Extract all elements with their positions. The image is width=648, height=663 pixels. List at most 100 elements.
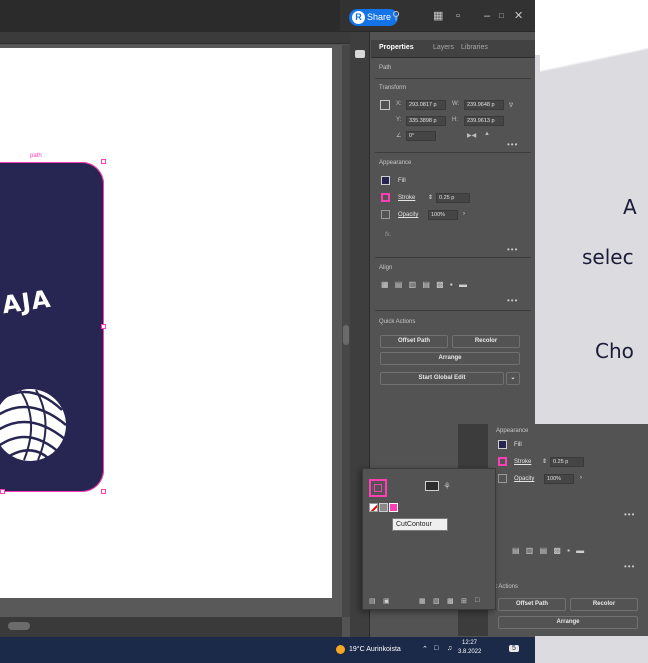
stepper-icon[interactable]: ⇕ bbox=[428, 194, 433, 201]
swatch-view-icon[interactable] bbox=[425, 481, 439, 491]
more-options-icon[interactable]: ••• bbox=[507, 245, 518, 254]
horizontal-scrollbar[interactable] bbox=[0, 617, 342, 637]
tab-properties[interactable]: Properties bbox=[379, 44, 414, 51]
inset-stroke-label[interactable]: Stroke bbox=[514, 459, 531, 465]
start-global-edit-button[interactable]: Start Global Edit bbox=[380, 372, 504, 385]
inset-arrange-button[interactable]: Arrange bbox=[498, 616, 638, 629]
divider bbox=[375, 152, 531, 153]
swatch-libraries-icon[interactable]: ⚘ bbox=[443, 481, 451, 492]
swatch-options-icon[interactable]: ▦ bbox=[419, 597, 426, 605]
chevron-down-icon[interactable]: ⌄ bbox=[506, 372, 520, 385]
selection-handle[interactable] bbox=[101, 324, 106, 329]
inset-opacity-label[interactable]: Opacity bbox=[514, 476, 534, 482]
fill-swatch[interactable] bbox=[381, 176, 390, 185]
share-label: Share bbox=[367, 12, 392, 22]
inset-opacity-icon bbox=[498, 474, 507, 483]
y-field[interactable]: 335.3898 p bbox=[406, 116, 446, 126]
network-icon[interactable]: □ bbox=[434, 645, 438, 652]
align-buttons[interactable]: ▦ ▤ ▥ ▤ ▩ ▪ ▬ bbox=[381, 280, 469, 289]
more-options-icon[interactable]: ••• bbox=[507, 296, 518, 305]
inset-recolor-button[interactable]: Recolor bbox=[570, 598, 638, 611]
opacity-label[interactable]: Opacity bbox=[398, 212, 418, 218]
divider bbox=[375, 257, 531, 258]
recolor-button[interactable]: Recolor bbox=[452, 335, 520, 348]
selection-handle[interactable] bbox=[101, 159, 106, 164]
registration-swatch[interactable] bbox=[379, 503, 388, 512]
w-label: W: bbox=[452, 101, 460, 107]
flip-horizontal-icon[interactable]: ▶◀ bbox=[467, 132, 476, 139]
more-options-icon[interactable]: ••• bbox=[507, 140, 518, 149]
w-field[interactable]: 239.9648 p bbox=[464, 100, 504, 110]
h-field[interactable]: 239.9613 p bbox=[464, 116, 504, 126]
new-swatch-icon[interactable]: ⊞ bbox=[461, 597, 467, 605]
delete-icon[interactable]: □ bbox=[475, 597, 479, 604]
notification-badge[interactable]: 5 bbox=[509, 645, 519, 652]
reference-point-icon[interactable] bbox=[380, 100, 390, 110]
transform-title: Transform bbox=[379, 85, 407, 91]
volume-icon[interactable]: ♫ bbox=[447, 645, 452, 652]
chevron-right-icon[interactable]: › bbox=[463, 211, 465, 217]
search-icon[interactable]: ⚲ bbox=[392, 9, 400, 23]
offset-path-button[interactable]: Offset Path bbox=[380, 335, 448, 348]
y-label: Y: bbox=[396, 117, 402, 123]
inset-align-buttons[interactable]: ▤ ▥ ▤ ▩ ▪ ▬ bbox=[512, 546, 586, 555]
tab-layers[interactable]: Layers bbox=[433, 44, 454, 51]
inset-stroke-weight-field[interactable]: 0.25 p bbox=[550, 457, 584, 467]
slide-text-line-2: selec bbox=[582, 245, 634, 269]
angle-field[interactable]: 0° bbox=[406, 131, 436, 141]
object-type-label: Path bbox=[379, 65, 392, 71]
scroll-thumb[interactable] bbox=[343, 325, 349, 345]
more-options-icon[interactable]: ••• bbox=[624, 510, 635, 519]
angle-icon: ∠ bbox=[396, 133, 402, 139]
none-slash bbox=[370, 504, 377, 511]
inset-fill-swatch[interactable] bbox=[498, 440, 507, 449]
swatch-tooltip: CutContour bbox=[392, 518, 448, 531]
fx-label[interactable]: fx. bbox=[385, 232, 391, 238]
swatch-kinds-icon[interactable]: ▣ bbox=[383, 597, 390, 605]
folder-icon[interactable]: ▩ bbox=[447, 597, 454, 605]
stroke-selector[interactable] bbox=[369, 479, 387, 497]
inset-opacity-field[interactable]: 100% bbox=[544, 474, 574, 484]
scroll-thumb[interactable] bbox=[8, 622, 30, 630]
stroke-label[interactable]: Stroke bbox=[398, 195, 415, 201]
color-group-icon[interactable]: ▧ bbox=[433, 597, 440, 605]
opacity-field[interactable]: 100% bbox=[428, 210, 458, 220]
align-title: Align bbox=[379, 265, 393, 271]
swatch-library-icon[interactable]: ▤ bbox=[369, 597, 376, 605]
chevron-right-icon[interactable]: › bbox=[580, 475, 582, 481]
inset-quick-actions-title: k Actions bbox=[494, 584, 519, 590]
clock-time[interactable]: 12:27 bbox=[462, 640, 477, 646]
arrange-button[interactable]: Arrange bbox=[380, 352, 520, 365]
inset-appearance-title: Appearance bbox=[496, 428, 529, 434]
stroke-swatch[interactable] bbox=[381, 193, 390, 202]
x-field[interactable]: 293.0817 p bbox=[406, 100, 446, 110]
selection-handle[interactable] bbox=[101, 489, 106, 494]
x-label: X: bbox=[396, 101, 402, 107]
clock-date[interactable]: 3.8.2022 bbox=[458, 649, 481, 655]
cutcontour-swatch[interactable] bbox=[389, 503, 398, 512]
selection-handle[interactable] bbox=[0, 489, 5, 494]
none-swatch[interactable] bbox=[369, 503, 378, 512]
share-button[interactable]: R Share bbox=[349, 9, 399, 26]
vertical-scrollbar[interactable] bbox=[342, 45, 350, 617]
stroke-weight-field[interactable]: 0.25 p bbox=[436, 193, 470, 203]
tab-libraries[interactable]: Libraries bbox=[461, 44, 488, 51]
more-options-icon[interactable]: ••• bbox=[624, 562, 635, 571]
weather-text[interactable]: 19°C Aurinkoista bbox=[349, 646, 401, 653]
flip-vertical-icon[interactable]: ▲ bbox=[484, 131, 490, 137]
minimize-icon[interactable]: – bbox=[484, 9, 490, 23]
inset-offset-path-button[interactable]: Offset Path bbox=[498, 598, 566, 611]
comments-icon[interactable] bbox=[355, 50, 365, 58]
inset-fill-label: Fill bbox=[514, 442, 522, 448]
link-icon[interactable]: ∇ bbox=[509, 102, 513, 109]
inset-stroke-swatch[interactable] bbox=[498, 457, 507, 466]
workspace-icon[interactable]: ▦ bbox=[433, 9, 443, 23]
inset-stepper-icon[interactable]: ⇕ bbox=[542, 458, 547, 465]
title-bar-left bbox=[0, 0, 340, 32]
control-bar bbox=[0, 32, 350, 44]
close-icon[interactable]: ✕ bbox=[514, 9, 523, 23]
maximize-icon[interactable]: □ bbox=[499, 9, 504, 23]
chevron-up-icon[interactable]: ⌃ bbox=[422, 645, 428, 653]
arrange-icon[interactable]: ▫ bbox=[456, 9, 460, 23]
windows-taskbar: 19°C Aurinkoista ⌃ □ ♫ 12:27 3.8.2022 5 bbox=[0, 637, 535, 663]
